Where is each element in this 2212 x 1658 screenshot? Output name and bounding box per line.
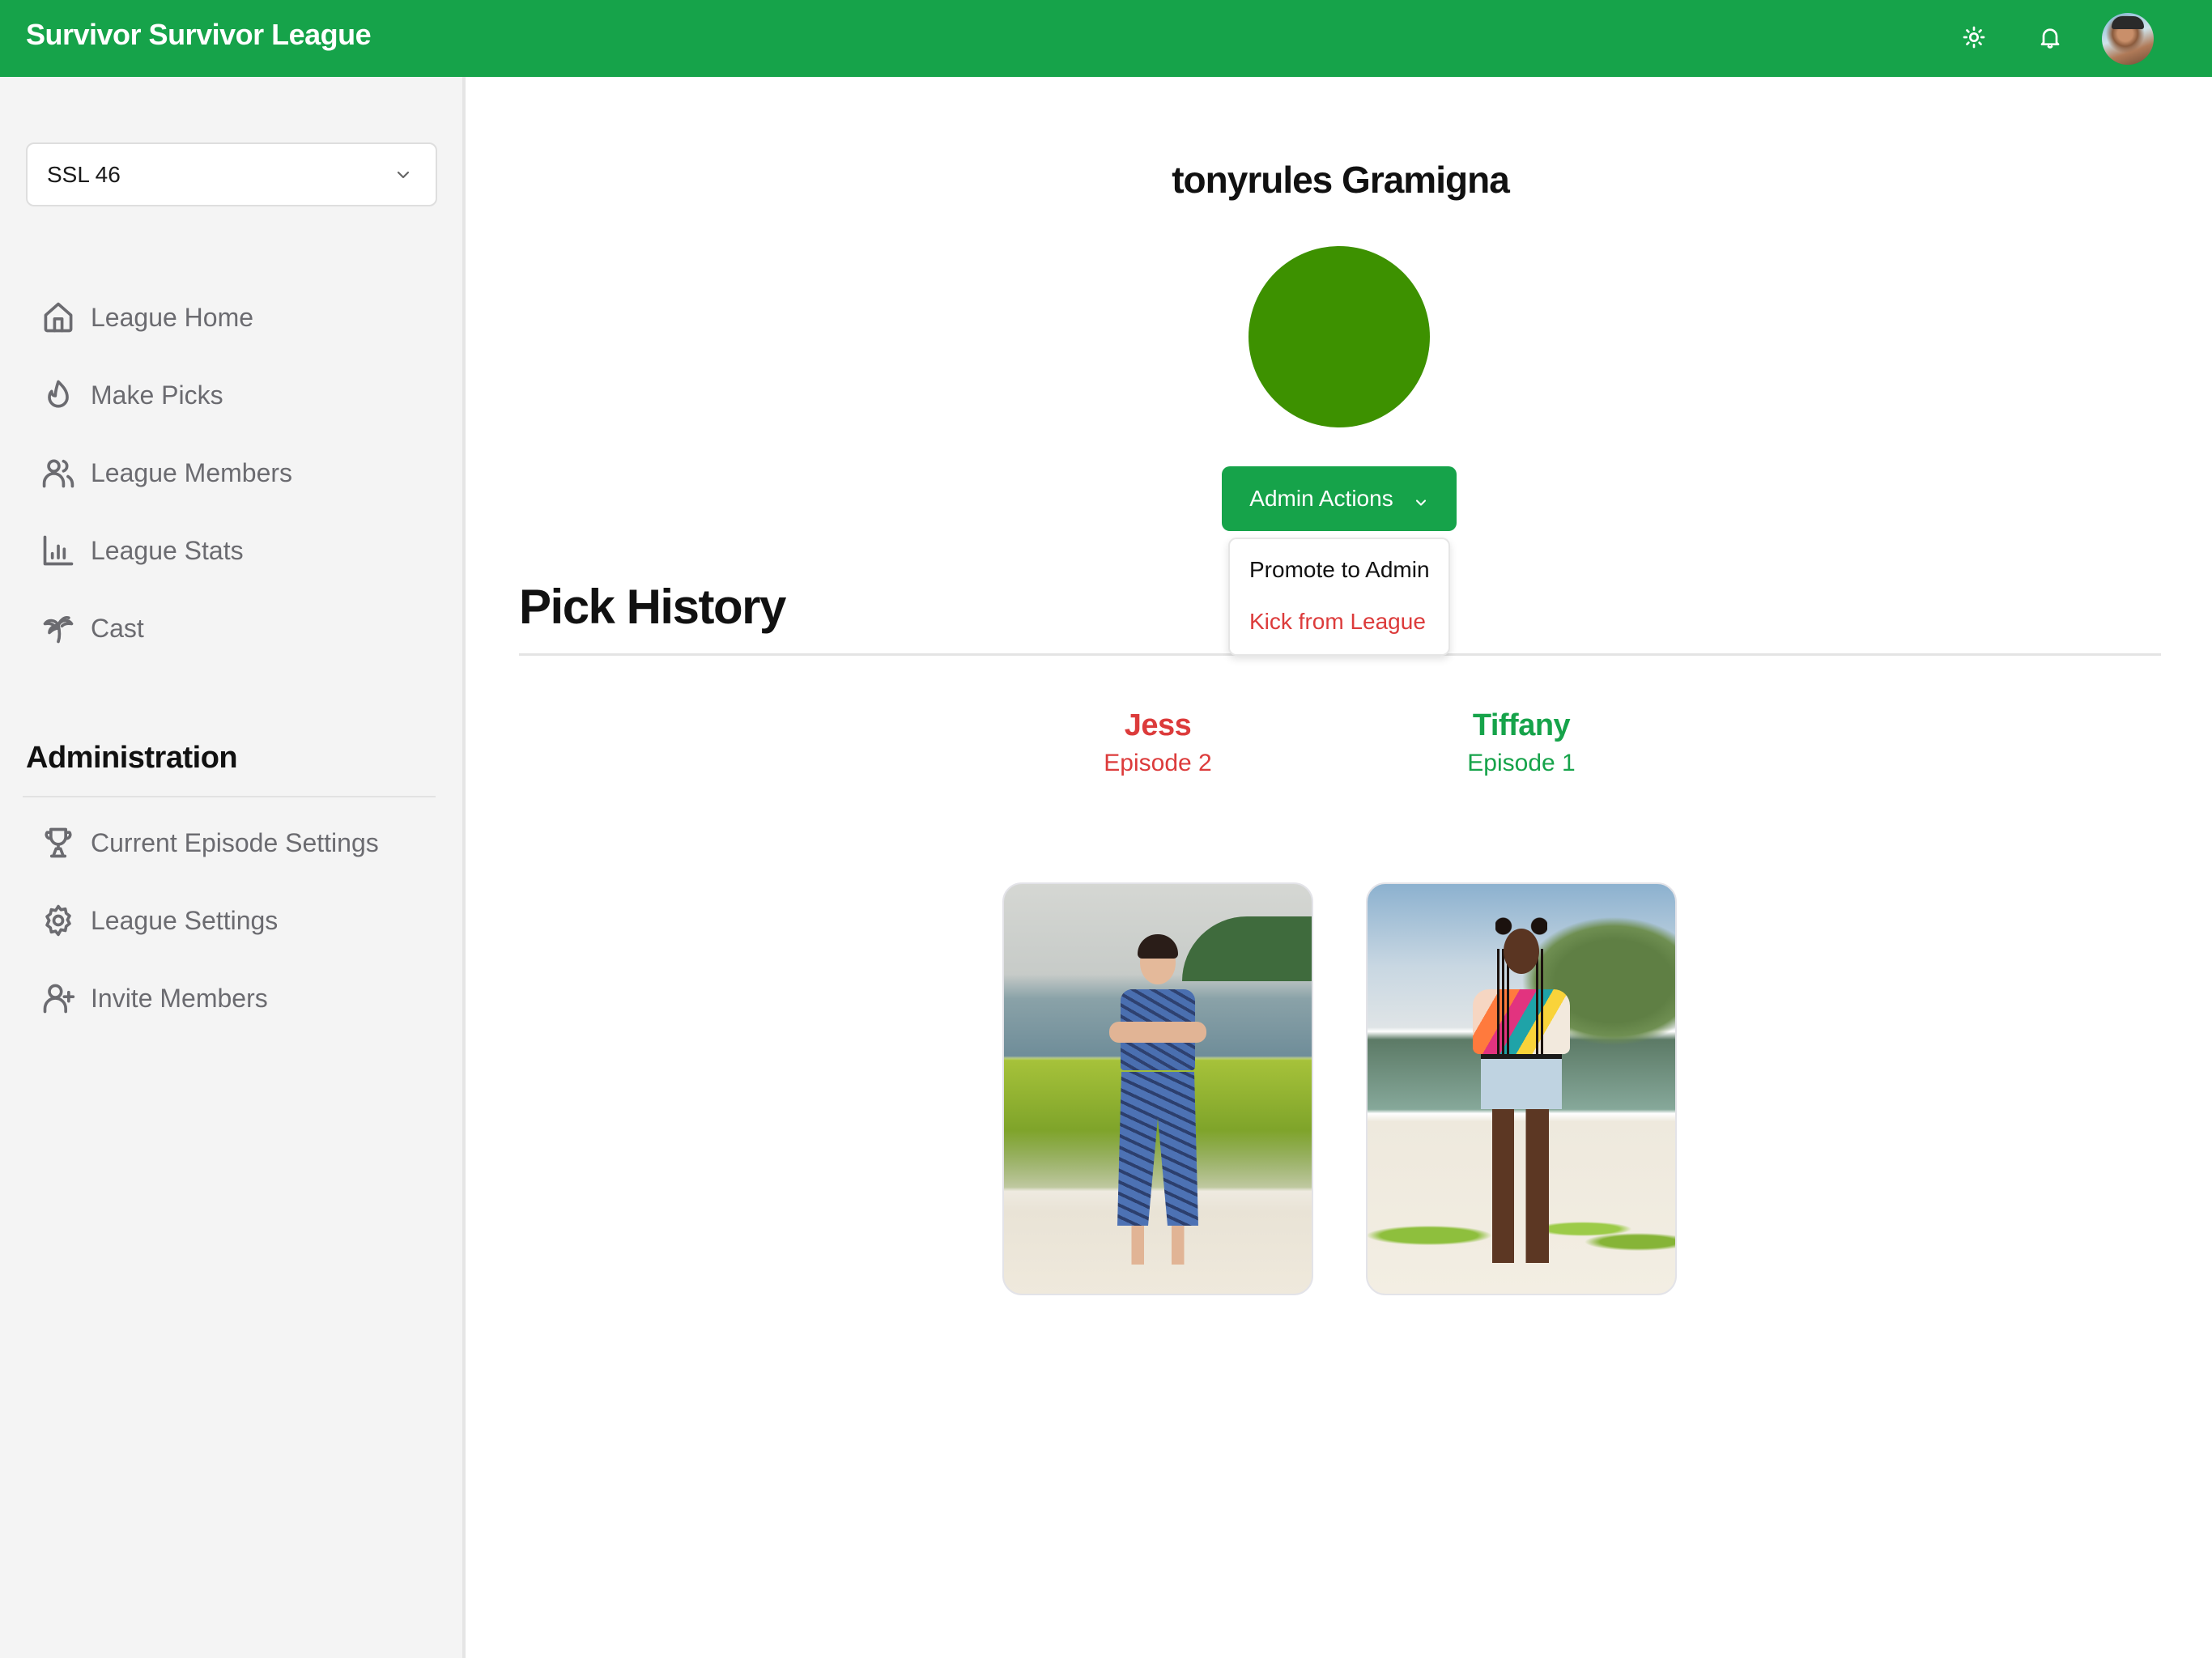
castaway-name[interactable]: Jess [1002, 708, 1313, 743]
palm-tree-icon [39, 609, 78, 648]
sidebar-item-current-episode-settings[interactable]: Current Episode Settings [39, 818, 379, 867]
main-content: tonyrules Gramigna Admin Actions Promote… [469, 77, 2212, 1658]
user-avatar[interactable] [2102, 13, 2154, 65]
divider [23, 796, 436, 797]
sidebar-item-label: League Stats [91, 535, 244, 565]
member-avatar [1249, 246, 1430, 427]
flame-icon [39, 376, 78, 414]
avatar-image [2112, 16, 2144, 29]
sidebar-item-league-home[interactable]: League Home [39, 293, 253, 342]
app-title[interactable]: Survivor Survivor League [26, 18, 372, 52]
kick-from-league-menu-item[interactable]: Kick from League [1249, 609, 1426, 635]
photo-figure [1473, 989, 1570, 1054]
sidebar: SSL 46 League Home Make Picks League Mem… [0, 77, 466, 1658]
sidebar-item-label: League Home [91, 302, 254, 332]
promote-to-admin-menu-item[interactable]: Promote to Admin [1249, 557, 1430, 583]
chevron-down-icon [1413, 491, 1429, 507]
home-icon [39, 298, 78, 337]
sun-icon [1961, 24, 1987, 54]
user-plus-icon [39, 979, 78, 1018]
trophy-icon [39, 823, 78, 862]
sidebar-item-make-picks[interactable]: Make Picks [39, 371, 223, 419]
sidebar-item-label: Invite Members [91, 983, 268, 1013]
gear-icon [39, 901, 78, 940]
sidebar-item-label: League Settings [91, 905, 279, 935]
pick-history-title: Pick History [519, 580, 786, 634]
castaway-photo[interactable] [1002, 882, 1313, 1295]
pick-episode: Episode 1 [1467, 750, 1576, 776]
sidebar-item-label: Make Picks [91, 380, 223, 410]
bar-chart-icon [39, 531, 78, 570]
bell-icon [2037, 24, 2063, 54]
pick-episode: Episode 2 [1104, 750, 1212, 776]
sidebar-item-league-members[interactable]: League Members [39, 449, 292, 497]
users-icon [39, 453, 78, 492]
photo-figure [1117, 1072, 1198, 1226]
sidebar-item-invite-members[interactable]: Invite Members [39, 974, 268, 1022]
pick-card: Jess Episode 2 [1002, 708, 1313, 1295]
sidebar-item-label: Current Episode Settings [91, 827, 379, 857]
admin-actions-button[interactable]: Admin Actions [1222, 466, 1457, 531]
pick-card: Tiffany Episode 1 [1366, 708, 1677, 1295]
sidebar-item-label: Cast [91, 613, 144, 643]
sidebar-item-label: League Members [91, 457, 293, 487]
sidebar-item-league-settings[interactable]: League Settings [39, 896, 278, 945]
league-select-value: SSL 46 [47, 161, 121, 187]
photo-figure [1485, 1109, 1558, 1263]
sidebar-item-cast[interactable]: Cast [39, 604, 144, 653]
theme-toggle-button[interactable] [1955, 19, 1993, 58]
photo-figure [1123, 1224, 1193, 1265]
admin-actions-label: Admin Actions [1249, 486, 1393, 511]
notifications-button[interactable] [2031, 19, 2069, 58]
photo-background [1182, 916, 1312, 981]
photo-figure [1481, 1052, 1562, 1109]
league-select[interactable]: SSL 46 [26, 142, 437, 206]
photo-figure [1495, 916, 1547, 936]
administration-heading: Administration [26, 741, 238, 775]
castaway-name[interactable]: Tiffany [1366, 708, 1677, 743]
sidebar-item-league-stats[interactable]: League Stats [39, 526, 244, 575]
member-name: tonyrules Gramigna [1172, 159, 1510, 201]
castaway-photo[interactable] [1366, 882, 1677, 1295]
admin-actions-menu: Promote to Admin Kick from League [1228, 538, 1450, 656]
photo-figure [1138, 934, 1178, 959]
top-bar: Survivor Survivor League [0, 0, 2212, 77]
photo-figure [1109, 1022, 1206, 1043]
chevron-down-icon [393, 165, 413, 185]
